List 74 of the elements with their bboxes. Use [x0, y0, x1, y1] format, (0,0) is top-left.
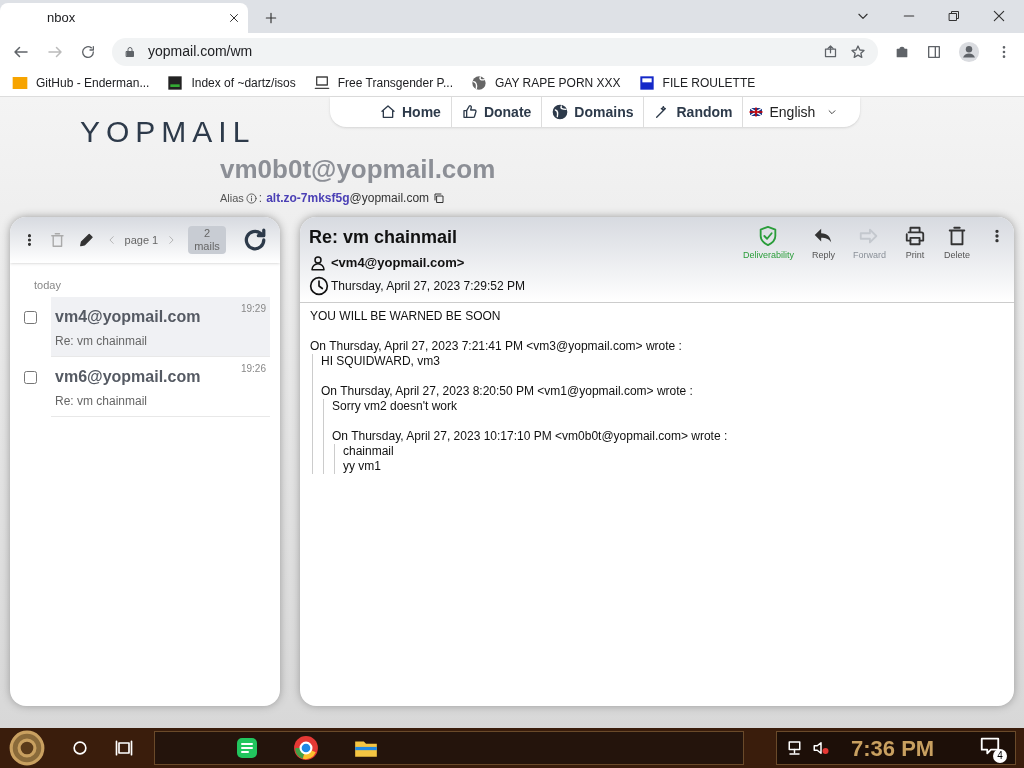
notification-count-badge: 4: [993, 749, 1007, 763]
action-button[interactable]: Print: [897, 225, 933, 263]
reload-icon[interactable]: [80, 43, 96, 60]
message-subject: Re: vm chainmail: [309, 226, 459, 249]
action-button[interactable]: Delete: [937, 225, 977, 263]
alias-link[interactable]: alt.zo-7mksf5g: [266, 189, 350, 207]
clock-icon: [309, 275, 329, 296]
search-icon[interactable]: [70, 738, 90, 758]
quote-header: On Thursday, April 27, 2023 7:21:41 PM <vm3@yopmail.com> wrote :: [310, 339, 683, 354]
home-icon: [380, 104, 396, 120]
quoted-text: yy vm1: [343, 459, 382, 474]
bookmark[interactable]: GAY RAPE PORN XXX: [470, 74, 621, 92]
sender-address: <vm4@yopmail.com>: [331, 254, 465, 272]
mail-count-badge: 2 mails: [188, 226, 226, 254]
lock-icon: [124, 45, 136, 58]
notes-app-icon[interactable]: [235, 736, 259, 760]
notification-icon[interactable]: [979, 735, 1001, 757]
time-label: 19:29: [240, 301, 266, 316]
info-icon: [245, 192, 257, 204]
nav-link[interactable]: Donate: [451, 97, 543, 127]
computer-icon: [313, 75, 330, 91]
checkbox[interactable]: [24, 310, 37, 324]
gear-start-icon[interactable]: [8, 729, 46, 767]
bookmark[interactable]: Index of ~dartz/isos: [167, 74, 296, 92]
bookmark-terminal-icon: [167, 75, 184, 91]
message-date: Thursday, April 27, 2023 7:29:52 PM: [331, 277, 525, 295]
nav-link[interactable]: Home: [370, 97, 452, 127]
language-select[interactable]: English: [743, 101, 838, 123]
browser-tab[interactable]: nbox: [0, 3, 248, 33]
restore-icon[interactable]: [948, 10, 960, 22]
caret-icon: [827, 107, 838, 117]
task-view-icon[interactable]: [114, 738, 134, 758]
share-icon[interactable]: [823, 44, 838, 59]
person-icon: [309, 253, 327, 272]
copy-icon[interactable]: [433, 192, 446, 204]
printer-icon: [904, 225, 926, 247]
bookmark-badge-icon: [638, 75, 655, 91]
nav-link[interactable]: Random: [644, 97, 744, 127]
bookmark[interactable]: Free Transgender P...: [313, 74, 453, 92]
action-button[interactable]: Reply: [804, 225, 842, 263]
browser-app-icon[interactable]: [293, 735, 319, 761]
checkbox[interactable]: [24, 370, 37, 384]
sidebar-icon[interactable]: [926, 43, 942, 60]
pencil-icon[interactable]: [77, 231, 95, 249]
new-tab-icon[interactable]: [264, 11, 278, 25]
email-address: vm0b0t@yopmail.com: [220, 153, 496, 186]
quoted-text: Sorry vm2 doesn't work: [332, 399, 458, 414]
trash-icon: [946, 225, 968, 247]
quoted-text: chainmail: [343, 444, 395, 459]
bookmark[interactable]: GitHub - Enderman...: [12, 74, 150, 92]
quoted-text: HI SQUIDWARD, vm3: [321, 354, 441, 369]
flag-icon: [747, 106, 766, 118]
alias-label: Alias: [220, 190, 244, 206]
star-icon[interactable]: [850, 43, 866, 60]
mail-item[interactable]: vm4@yopmail.com Re: vm chainmail 19:29: [51, 296, 270, 357]
separator-text: :: [258, 190, 263, 207]
quote-header: On Thursday, April 27, 2023 10:17:10 PM <vm0b0t@yopmail.com> wrote :: [332, 429, 729, 444]
alias-domain: @yopmail.com: [349, 190, 430, 207]
date-group-label: today: [33, 278, 62, 293]
bookmark[interactable]: FILE ROULETTE: [638, 74, 756, 92]
quote-header: On Thursday, April 27, 2023 8:20:50 PM <vm1@yopmail.com> wrote :: [321, 384, 694, 399]
close-icon[interactable]: [228, 12, 240, 24]
address-bar[interactable]: yopmail.com/wm: [112, 37, 878, 66]
profile-icon[interactable]: [958, 40, 980, 63]
clock[interactable]: 7:36 PM: [851, 731, 935, 765]
thumbs-up-icon: [461, 104, 478, 120]
bookmark-badge-icon: [12, 75, 28, 91]
time-label: 19:26: [240, 361, 266, 376]
body-text: YOU WILL BE WARNED BE SOON: [310, 309, 502, 324]
logo: YOPMAIL: [80, 114, 256, 150]
nav-link[interactable]: Domains: [542, 97, 645, 127]
close-icon[interactable]: [992, 9, 1006, 23]
page-label: page 1: [124, 232, 159, 248]
muted-speaker-icon[interactable]: [811, 739, 831, 757]
